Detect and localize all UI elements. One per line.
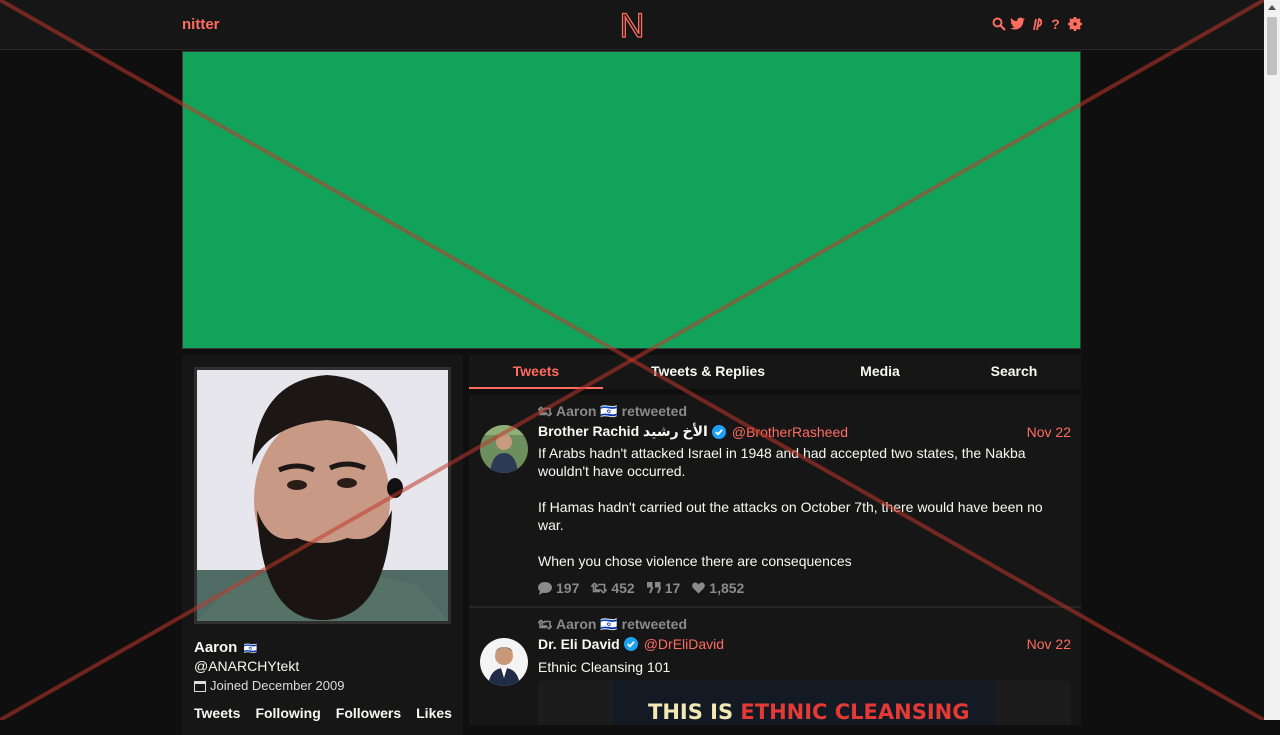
profile-banner [182,51,1081,349]
stat-following[interactable]: Following [255,705,320,721]
comment-icon [538,581,552,595]
search-icon[interactable] [991,14,1006,34]
scroll-up-arrow-icon[interactable] [1268,5,1276,10]
nav-icons: ? [991,14,1082,34]
media-headline-part2: ETHNIC CLEANSING [740,700,970,724]
page-scrollbar[interactable] [1264,0,1280,720]
timeline: Aaron 🇮🇱 retweeted Brother Rachid الأخ ر… [469,395,1081,725]
tweet-body: If Arabs hadn't attacked Israel in 1948 … [538,444,1071,588]
reply-stat[interactable]: 197 [538,580,579,596]
stat-followers[interactable]: Followers [336,705,401,721]
stat-tweets[interactable]: Tweets [194,705,240,721]
profile-stats: Tweets Following Followers Likes [194,705,452,721]
calendar-icon [194,680,206,692]
profile-flag: 🇮🇱 [243,643,258,655]
profile-name: Aaron 🇮🇱 [194,639,257,656]
quote-count: 17 [664,580,681,596]
profile-fullname: Aaron [194,639,238,656]
tweet-media[interactable]: THIS IS ETHNIC CLEANSING [538,680,1071,725]
tweet-item[interactable]: Aaron 🇮🇱 retweeted Brother Rachid الأخ ر… [469,395,1081,608]
tab-tweets[interactable]: Tweets [469,355,603,389]
tweet-paragraph: If Hamas hadn't carried out the attacks … [538,499,1043,533]
tweet-handle[interactable]: @BrotherRasheed [732,424,848,440]
tweet-paragraph: Ethnic Cleansing 101 [538,659,671,675]
retweet-text: Aaron 🇮🇱 retweeted [556,616,688,632]
tweet-avatar[interactable] [480,638,528,686]
retweet-icon [538,619,552,630]
quote-icon [646,582,661,594]
retweet-header: Aaron 🇮🇱 retweeted [538,403,687,420]
tweet-paragraph: If Arabs hadn't attacked Israel in 1948 … [538,445,1026,479]
tweet-avatar[interactable] [480,425,528,473]
media-headline: THIS IS ETHNIC CLEANSING [648,700,969,724]
profile-handle: @ANARCHYtekt [194,658,300,674]
nitter-logo-icon[interactable]: N [617,8,647,42]
retweet-header: Aaron 🇮🇱 retweeted [538,616,687,633]
profile-avatar[interactable] [194,367,451,624]
tweet-handle[interactable]: @DrEliDavid [644,636,724,652]
twitter-icon[interactable] [1010,14,1025,34]
retweet-count: 452 [611,580,635,596]
scrollbar-thumb[interactable] [1267,17,1277,75]
joined-text: Joined December 2009 [210,678,345,693]
profile-card: Aaron 🇮🇱 @ANARCHYtekt Joined December 20… [182,355,463,735]
verified-icon [711,424,726,439]
retweet-text: Aaron 🇮🇱 retweeted [556,403,688,419]
like-stat[interactable]: 1,852 [692,580,744,596]
tweet-fullname[interactable]: Brother Rachid الأخ رشيد [538,423,708,440]
tweet-header: Dr. Eli David @DrEliDavid Nov 22 [538,636,1071,652]
tab-search[interactable]: Search [947,355,1081,389]
reply-count: 197 [556,580,580,596]
gear-icon[interactable] [1067,14,1082,34]
navbar: nitter N ? [0,0,1264,50]
tweet-date[interactable]: Nov 22 [1027,636,1071,652]
svg-text:N: N [620,8,645,42]
profile-joined: Joined December 2009 [194,678,344,693]
retweet-icon [538,406,552,417]
like-count: 1,852 [709,580,745,596]
rss-icon[interactable] [1029,14,1044,34]
tweet-header: Brother Rachid الأخ رشيد @BrotherRasheed… [538,423,1071,440]
tweet-paragraph: When you chose violence there are conseq… [538,553,852,569]
media-headline-part1: THIS IS [648,700,741,724]
timeline-tabs: Tweets Tweets & Replies Media Search [469,355,1081,389]
stat-likes[interactable]: Likes [416,705,452,721]
heart-icon [692,582,706,594]
retweet-stat[interactable]: 452 [591,580,635,596]
tweet-date[interactable]: Nov 22 [1027,424,1071,440]
help-icon[interactable]: ? [1048,14,1063,34]
tweet-fullname[interactable]: Dr. Eli David [538,636,620,652]
tab-tweets-replies[interactable]: Tweets & Replies [603,355,813,389]
tab-media[interactable]: Media [813,355,947,389]
verified-icon [623,637,638,651]
tweet-stats: 197 452 17 1,852 [538,580,744,596]
retweet-icon [591,582,608,594]
quote-stat[interactable]: 17 [646,580,681,596]
nitter-home-link[interactable]: nitter [182,16,220,33]
